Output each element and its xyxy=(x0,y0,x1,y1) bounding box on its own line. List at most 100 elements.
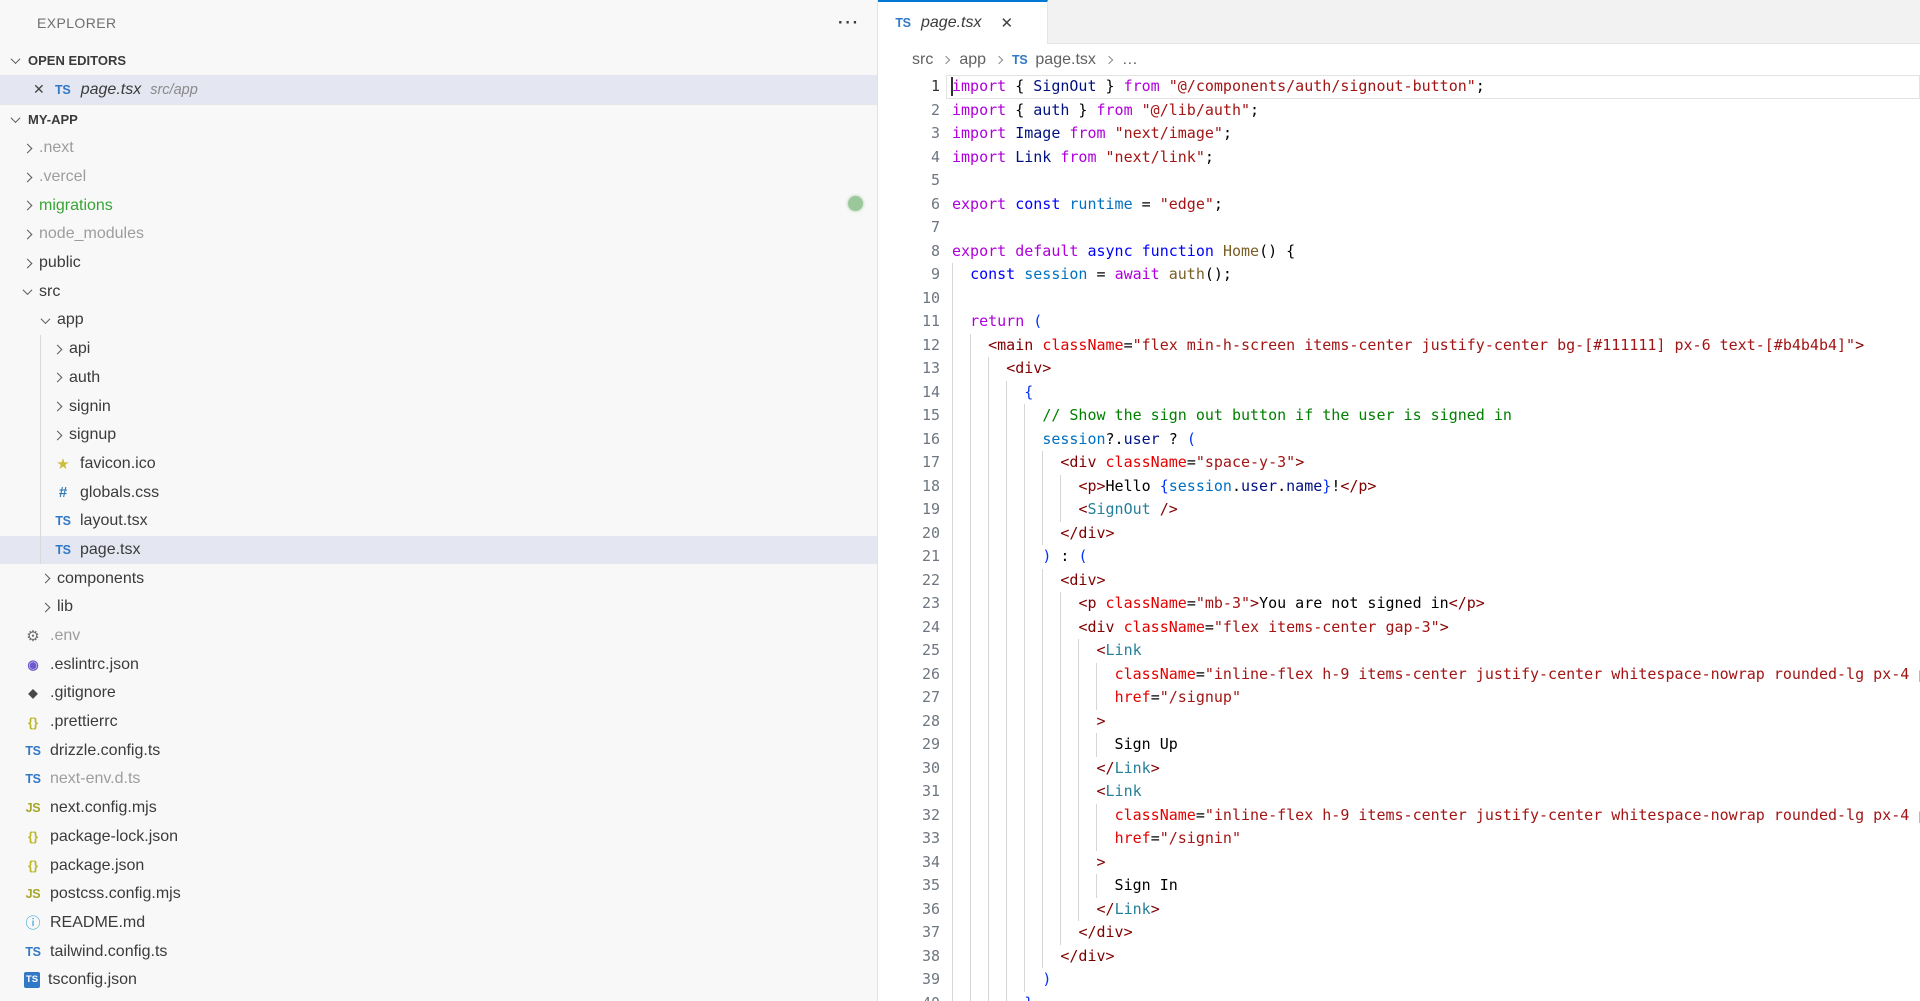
code-line-25[interactable]: 25 <Link xyxy=(878,639,1920,663)
line-number[interactable]: 8 xyxy=(878,240,940,264)
tree-item-src[interactable]: src xyxy=(0,277,877,306)
code-line-36[interactable]: 36 </Link> xyxy=(878,898,1920,922)
code-line-6[interactable]: 6export const runtime = "edge"; xyxy=(878,193,1920,217)
tree-item-.vercel[interactable]: .vercel xyxy=(0,163,877,192)
close-icon[interactable]: ✕ xyxy=(1000,14,1013,32)
line-number[interactable]: 2 xyxy=(878,99,940,123)
line-number[interactable]: 1 xyxy=(878,75,940,99)
code-line-11[interactable]: 11 return ( xyxy=(878,310,1920,334)
line-number[interactable]: 29 xyxy=(878,733,940,757)
code-line-22[interactable]: 22 <div> xyxy=(878,569,1920,593)
code-line-23[interactable]: 23 <p className="mb-3">You are not signe… xyxy=(878,592,1920,616)
line-number[interactable]: 24 xyxy=(878,616,940,640)
line-number[interactable]: 22 xyxy=(878,569,940,593)
line-number[interactable]: 17 xyxy=(878,451,940,475)
tree-item-components[interactable]: components xyxy=(0,564,877,593)
tree-item-tsconfig.json[interactable]: TStsconfig.json xyxy=(0,966,877,995)
tree-item-signup[interactable]: signup xyxy=(0,421,877,450)
open-editors-header[interactable]: OPEN EDITORS xyxy=(0,46,877,75)
tree-item-tailwind.config.ts[interactable]: TStailwind.config.ts xyxy=(0,937,877,966)
line-number[interactable]: 5 xyxy=(878,169,940,193)
code-line-30[interactable]: 30 </Link> xyxy=(878,757,1920,781)
tree-item-lib[interactable]: lib xyxy=(0,593,877,622)
line-number[interactable]: 13 xyxy=(878,357,940,381)
code-line-33[interactable]: 33 href="/signin" xyxy=(878,827,1920,851)
code-line-39[interactable]: 39 ) xyxy=(878,968,1920,992)
line-number[interactable]: 3 xyxy=(878,122,940,146)
code-line-15[interactable]: 15 // Show the sign out button if the us… xyxy=(878,404,1920,428)
code-line-28[interactable]: 28 > xyxy=(878,710,1920,734)
tree-item-globals.css[interactable]: #globals.css xyxy=(0,478,877,507)
code-line-10[interactable]: 10 xyxy=(878,287,1920,311)
code-line-13[interactable]: 13 <div> xyxy=(878,357,1920,381)
code-line-9[interactable]: 9 const session = await auth(); xyxy=(878,263,1920,287)
line-number[interactable]: 20 xyxy=(878,522,940,546)
code-line-35[interactable]: 35 Sign In xyxy=(878,874,1920,898)
tree-item-next-env.d.ts[interactable]: TSnext-env.d.ts xyxy=(0,765,877,794)
tree-item-favicon.ico[interactable]: ★favicon.ico xyxy=(0,450,877,479)
code-line-3[interactable]: 3import Image from "next/image"; xyxy=(878,122,1920,146)
line-number[interactable]: 23 xyxy=(878,592,940,616)
code-line-12[interactable]: 12 <main className="flex min-h-screen it… xyxy=(878,334,1920,358)
code-line-2[interactable]: 2import { auth } from "@/lib/auth"; xyxy=(878,99,1920,123)
more-actions-icon[interactable]: ⋯ xyxy=(837,8,859,36)
code-line-14[interactable]: 14 { xyxy=(878,381,1920,405)
code-line-32[interactable]: 32 className="inline-flex h-9 items-cent… xyxy=(878,804,1920,828)
code-line-24[interactable]: 24 <div className="flex items-center gap… xyxy=(878,616,1920,640)
tree-item-migrations[interactable]: migrations xyxy=(0,191,877,220)
breadcrumb-item-…[interactable]: … xyxy=(1122,51,1138,69)
breadcrumb-item-app[interactable]: app xyxy=(959,51,986,69)
line-number[interactable]: 9 xyxy=(878,263,940,287)
line-number[interactable]: 37 xyxy=(878,921,940,945)
tree-item-layout.tsx[interactable]: TSlayout.tsx xyxy=(0,507,877,536)
code-line-37[interactable]: 37 </div> xyxy=(878,921,1920,945)
line-number[interactable]: 28 xyxy=(878,710,940,734)
code-line-26[interactable]: 26 className="inline-flex h-9 items-cent… xyxy=(878,663,1920,687)
line-number[interactable]: 7 xyxy=(878,216,940,240)
code-line-7[interactable]: 7 xyxy=(878,216,1920,240)
breadcrumb-item-src[interactable]: src xyxy=(912,51,933,69)
code-line-40[interactable]: 40 } xyxy=(878,992,1920,1001)
line-number[interactable]: 26 xyxy=(878,663,940,687)
tree-item-.next[interactable]: .next xyxy=(0,134,877,163)
line-number[interactable]: 27 xyxy=(878,686,940,710)
code-line-4[interactable]: 4import Link from "next/link"; xyxy=(878,146,1920,170)
line-number[interactable]: 36 xyxy=(878,898,940,922)
breadcrumb-item-page.tsx[interactable]: page.tsx xyxy=(1035,51,1095,69)
tree-item-signin[interactable]: signin xyxy=(0,392,877,421)
line-number[interactable]: 10 xyxy=(878,287,940,311)
tree-item-.gitignore[interactable]: ◆.gitignore xyxy=(0,679,877,708)
tab-page.tsx[interactable]: TS page.tsx ✕ xyxy=(878,0,1048,44)
line-number[interactable]: 18 xyxy=(878,475,940,499)
line-number[interactable]: 31 xyxy=(878,780,940,804)
tree-item-.prettierrc[interactable]: {}.prettierrc xyxy=(0,708,877,737)
code-line-29[interactable]: 29 Sign Up xyxy=(878,733,1920,757)
tree-item-README.md[interactable]: ⓘREADME.md xyxy=(0,909,877,938)
tree-item-package.json[interactable]: {}package.json xyxy=(0,851,877,880)
line-number[interactable]: 19 xyxy=(878,498,940,522)
tree-item-auth[interactable]: auth xyxy=(0,364,877,393)
code-line-31[interactable]: 31 <Link xyxy=(878,780,1920,804)
line-number[interactable]: 40 xyxy=(878,992,940,1001)
line-number[interactable]: 16 xyxy=(878,428,940,452)
line-number[interactable]: 34 xyxy=(878,851,940,875)
code-line-5[interactable]: 5 xyxy=(878,169,1920,193)
line-number[interactable]: 21 xyxy=(878,545,940,569)
tree-item-postcss.config.mjs[interactable]: JSpostcss.config.mjs xyxy=(0,880,877,909)
code-line-1[interactable]: 1import { SignOut } from "@/components/a… xyxy=(878,75,1920,99)
code-line-21[interactable]: 21 ) : ( xyxy=(878,545,1920,569)
tree-item-public[interactable]: public xyxy=(0,249,877,278)
tree-item-page.tsx[interactable]: TSpage.tsx xyxy=(0,536,877,565)
code-line-27[interactable]: 27 href="/signup" xyxy=(878,686,1920,710)
code-editor[interactable]: 1import { SignOut } from "@/components/a… xyxy=(878,75,1920,1001)
line-number[interactable]: 35 xyxy=(878,874,940,898)
code-line-8[interactable]: 8export default async function Home() { xyxy=(878,240,1920,264)
line-number[interactable]: 30 xyxy=(878,757,940,781)
line-number[interactable]: 39 xyxy=(878,968,940,992)
tree-item-.eslintrc.json[interactable]: ◉.eslintrc.json xyxy=(0,650,877,679)
line-number[interactable]: 33 xyxy=(878,827,940,851)
code-line-17[interactable]: 17 <div className="space-y-3"> xyxy=(878,451,1920,475)
tree-item-api[interactable]: api xyxy=(0,335,877,364)
line-number[interactable]: 15 xyxy=(878,404,940,428)
code-line-16[interactable]: 16 session?.user ? ( xyxy=(878,428,1920,452)
